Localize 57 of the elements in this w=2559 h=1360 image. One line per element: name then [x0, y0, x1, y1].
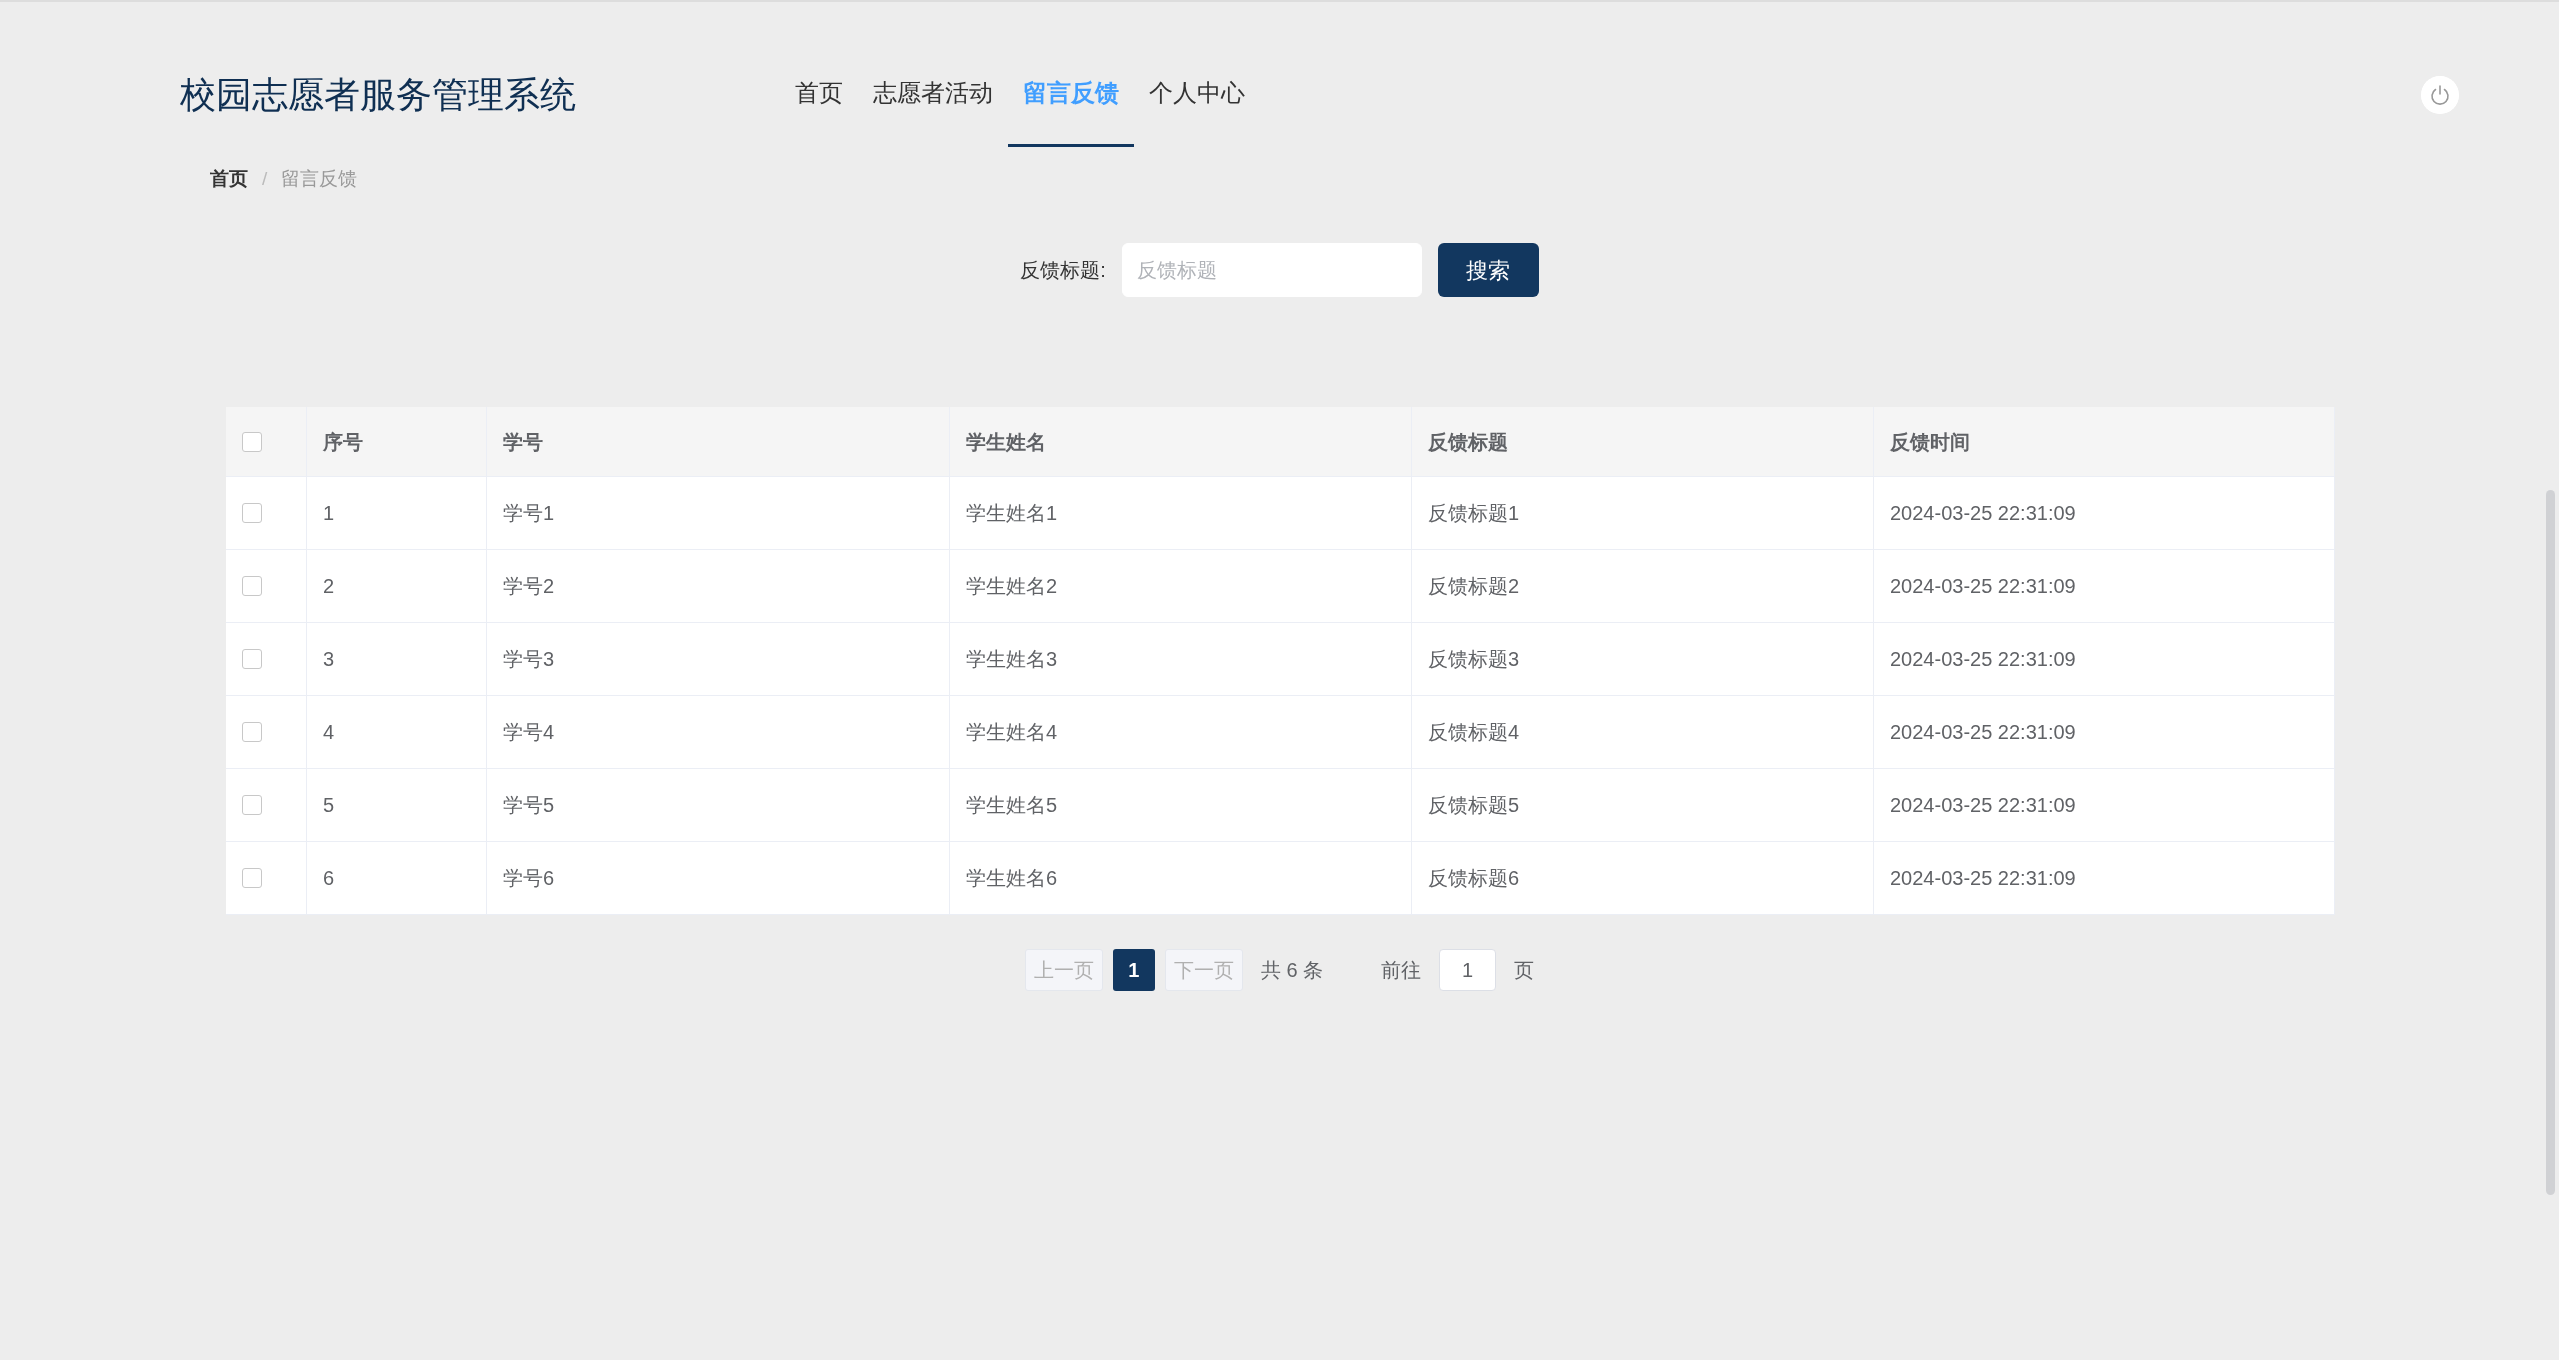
search-label: 反馈标题:: [1020, 258, 1106, 283]
table-cell-text: 学生姓名6: [966, 866, 1058, 891]
table-cell-text: 2024-03-25 22:31:09: [1890, 501, 2076, 526]
nav-tab[interactable]: 志愿者活动: [858, 42, 1008, 147]
breadcrumb-separator: /: [262, 168, 268, 189]
page-input[interactable]: 1: [1439, 949, 1497, 991]
table-cell-text: 学号6: [503, 866, 555, 891]
table-cell-text: 学号2: [503, 574, 555, 599]
column-header: 反馈标题: [1428, 429, 1508, 455]
table-cell-text: 反馈标题2: [1428, 574, 1520, 599]
table-cell-text: 3: [323, 647, 335, 672]
nav-tab[interactable]: 首页: [780, 42, 858, 147]
table-cell-text: 反馈标题6: [1428, 866, 1520, 891]
table-cell-text: 学号1: [503, 501, 555, 526]
table-cell-text: 2024-03-25 22:31:09: [1890, 866, 2076, 891]
table-cell-text: 学生姓名2: [966, 574, 1058, 599]
column-header: 反馈时间: [1890, 429, 1970, 455]
table-cell-text: 2024-03-25 22:31:09: [1890, 720, 2076, 745]
checkbox[interactable]: [242, 722, 262, 742]
column-header: 学生姓名: [966, 429, 1046, 455]
breadcrumb-link[interactable]: 首页: [210, 168, 248, 189]
table-cell-text: 学生姓名4: [966, 720, 1058, 745]
page-button[interactable]: 1: [1112, 949, 1155, 991]
column-header: 序号: [323, 429, 363, 455]
page-suffix: 页: [1514, 958, 1535, 983]
total-count: 共 6 条: [1260, 958, 1324, 983]
checkbox[interactable]: [242, 576, 262, 596]
table-cell-text: 2024-03-25 22:31:09: [1890, 793, 2076, 818]
checkbox[interactable]: [242, 649, 262, 669]
column-header: 学号: [503, 429, 543, 455]
search-field[interactable]: 反馈标题: [1121, 243, 1422, 297]
table-cell-text: 学生姓名3: [966, 647, 1058, 672]
goto-label: 前往: [1381, 958, 1422, 983]
checkbox[interactable]: [242, 868, 262, 888]
table-cell-text: 2024-03-25 22:31:09: [1890, 647, 2076, 672]
checkbox[interactable]: [242, 795, 262, 815]
table-cell-text: 学号3: [503, 647, 555, 672]
checkbox[interactable]: [242, 431, 262, 452]
table-cell-text: 反馈标题4: [1428, 720, 1520, 745]
table-cell-text: 4: [323, 720, 335, 745]
table-cell-text: 2: [323, 574, 335, 599]
table-cell-text: 学号4: [503, 720, 555, 745]
table-cell-text: 6: [323, 866, 335, 891]
search-button[interactable]: 搜索: [1437, 243, 1539, 297]
table-cell-text: 学生姓名1: [966, 501, 1058, 526]
table-cell-text: 1: [323, 501, 335, 526]
scrollbar-thumb[interactable]: [2546, 490, 2555, 1195]
table-cell-text: 反馈标题1: [1428, 501, 1520, 526]
table-cell-text: 学号5: [503, 793, 555, 818]
table-cell-text: 2024-03-25 22:31:09: [1890, 574, 2076, 599]
table-cell-text: 学生姓名5: [966, 793, 1058, 818]
checkbox[interactable]: [242, 503, 262, 523]
table-cell-text: 反馈标题3: [1428, 647, 1520, 672]
table-cell-text: 5: [323, 793, 335, 818]
app-title: 校园志愿者服务管理系统: [180, 72, 577, 117]
table-cell-text: 反馈标题5: [1428, 793, 1520, 818]
nav-tab[interactable]: 个人中心: [1134, 42, 1260, 147]
